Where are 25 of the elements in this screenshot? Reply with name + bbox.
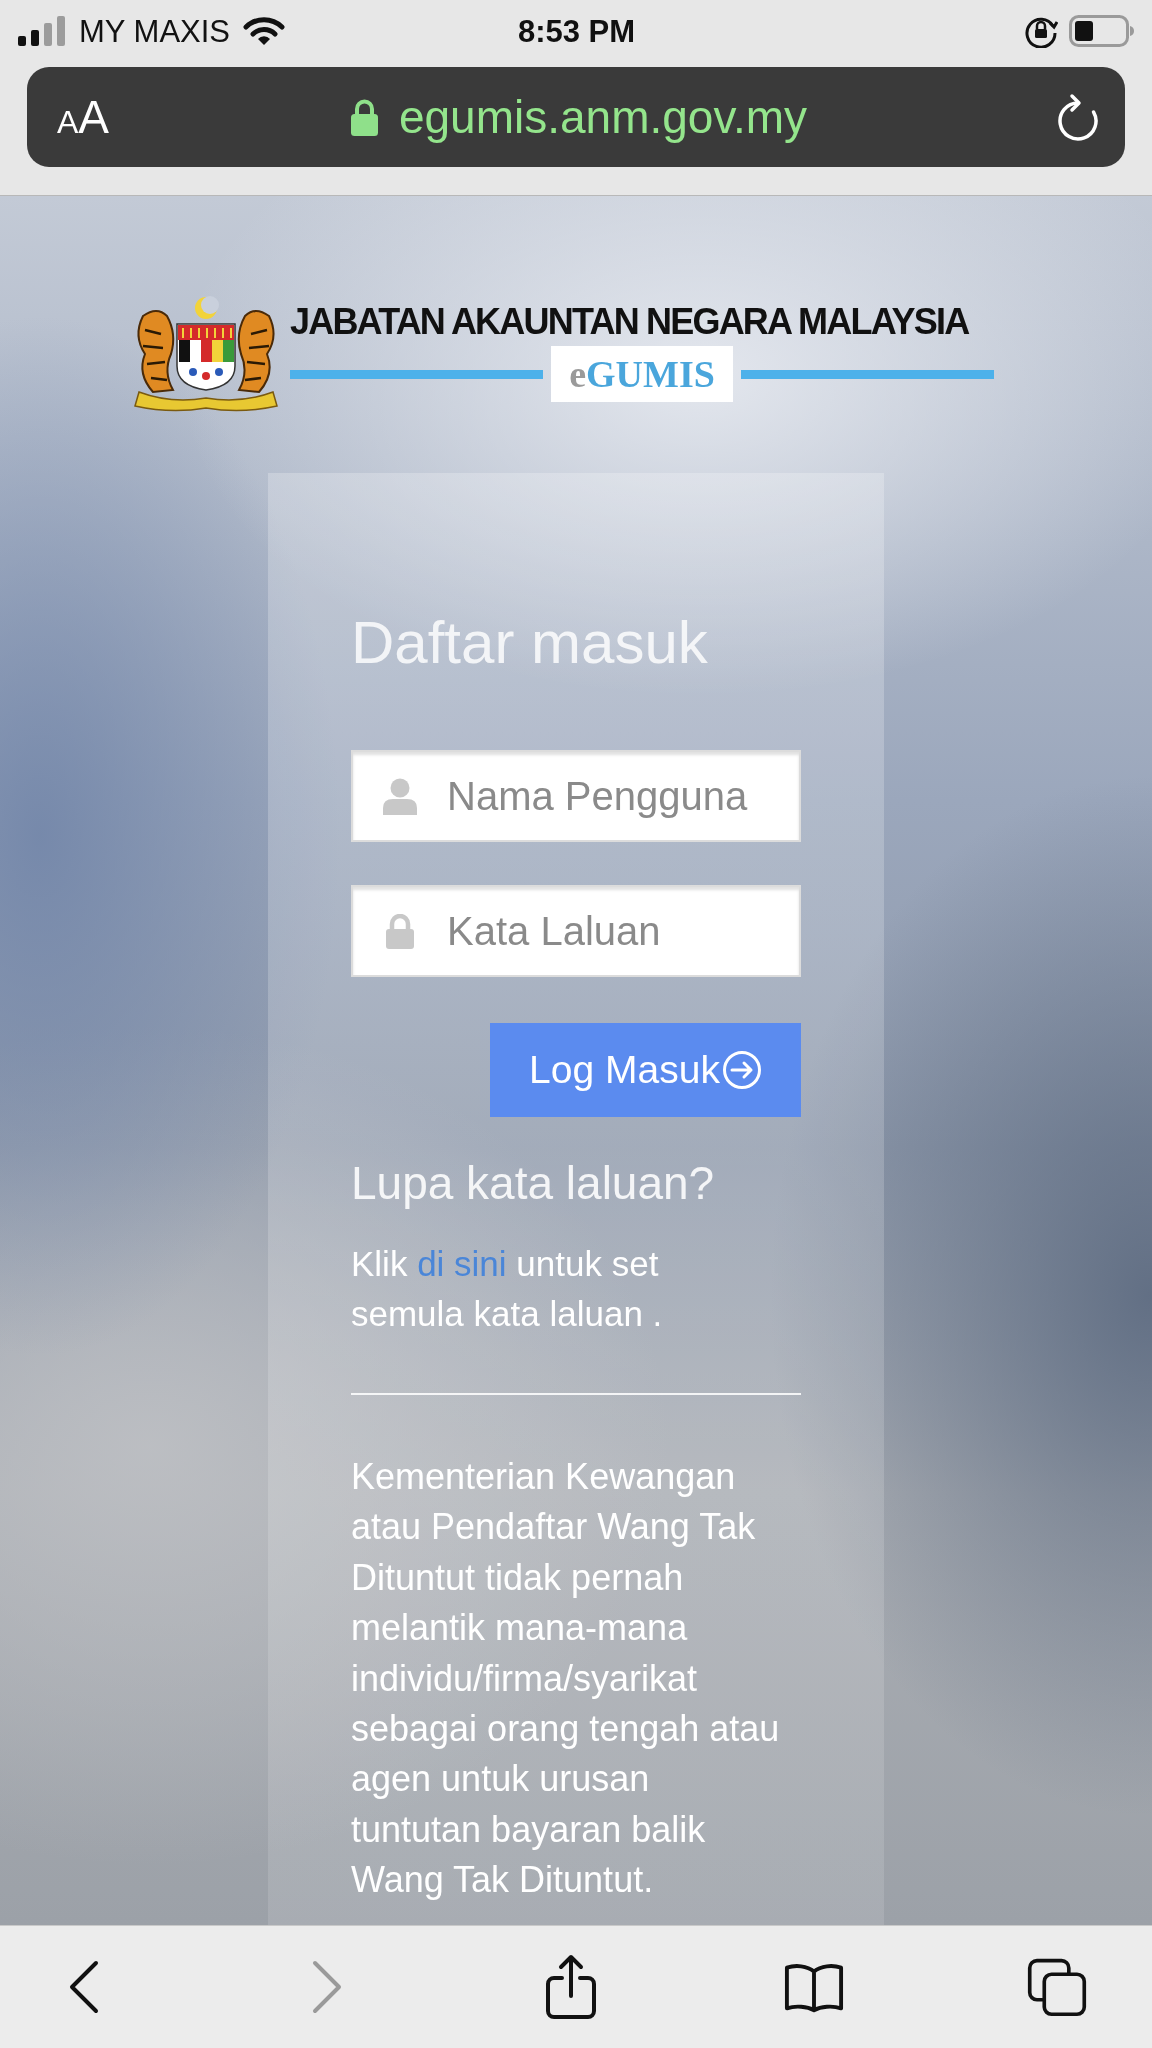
agency-title: JABATAN AKAUNTAN NEGARA MALAYSIA [290, 300, 969, 344]
clock-time: 8:53 PM [517, 15, 636, 47]
notice-text: Kementerian Kewangan atau Pendaftar Wang Tak Dituntut tidak pernah melantik mana-mana individu/firma/syarikat sebagai orang tengah atau agen untuk urusan tuntutan bayaran balik Wang Tak Dituntut. [351, 1455, 781, 1903]
forgot-password-heading: Lupa kata laluan? [351, 1156, 715, 1211]
back-icon[interactable] [69, 1960, 99, 2014]
reload-icon[interactable] [1055, 92, 1101, 142]
arrow-circle-icon [721, 1050, 762, 1090]
signal-icon [18, 16, 66, 46]
url-text[interactable]: egumis.anm.gov.my [398, 91, 808, 143]
book-icon[interactable] [783, 1961, 844, 2013]
password-field[interactable]: Kata Laluan [351, 885, 801, 977]
battery-icon [1069, 15, 1135, 47]
carrier-name: MY MAXIS [79, 15, 231, 47]
lock-icon [386, 914, 414, 949]
text-size-button[interactable]: AA [57, 94, 110, 140]
egumis-logo: eGUMIS [551, 346, 733, 402]
username-field[interactable]: Nama Pengguna [351, 750, 801, 842]
login-title: Daftar masuk [351, 608, 708, 678]
user-icon [382, 778, 418, 815]
wifi-icon [243, 16, 286, 46]
lock-icon [350, 98, 378, 136]
reset-instructions: Klik di sini untuk set semula kata laluan . [351, 1243, 664, 1335]
share-icon[interactable] [544, 1954, 597, 2020]
coat-of-arms-icon [131, 294, 281, 412]
address-bar[interactable]: AA egumis.anm.gov.my [27, 67, 1125, 167]
